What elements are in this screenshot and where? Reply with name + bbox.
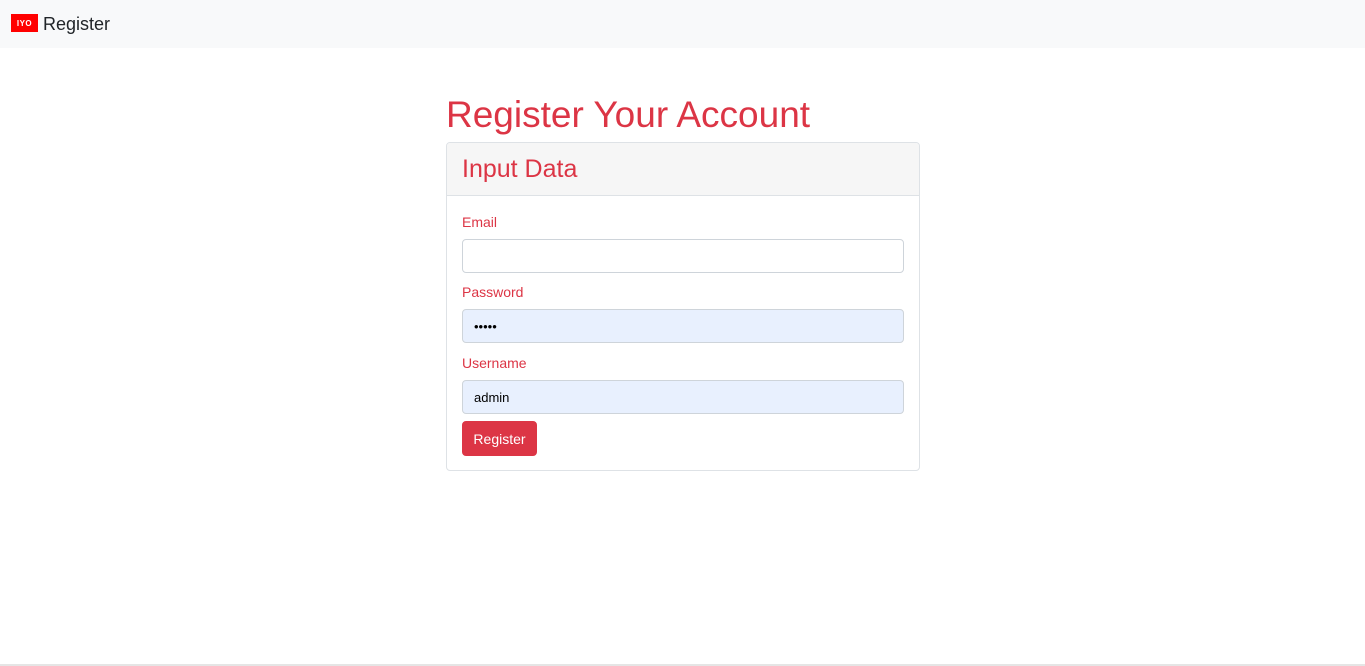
username-field[interactable] [462, 380, 904, 414]
register-card: Input Data Email Password Username Regis… [446, 142, 920, 471]
navbar-brand[interactable]: Register [43, 14, 110, 35]
username-label: Username [462, 355, 527, 371]
email-field[interactable] [462, 239, 904, 273]
brand-logo-icon[interactable]: IYO [11, 14, 38, 32]
card-title: Input Data [462, 154, 578, 183]
password-label: Password [462, 284, 524, 300]
password-field[interactable] [462, 309, 904, 343]
navbar: IYO Register [0, 0, 1365, 48]
email-label: Email [462, 214, 498, 230]
page-title: Register Your Account [446, 94, 811, 135]
card-header: Input Data [447, 143, 919, 196]
register-button[interactable]: Register [462, 421, 537, 456]
